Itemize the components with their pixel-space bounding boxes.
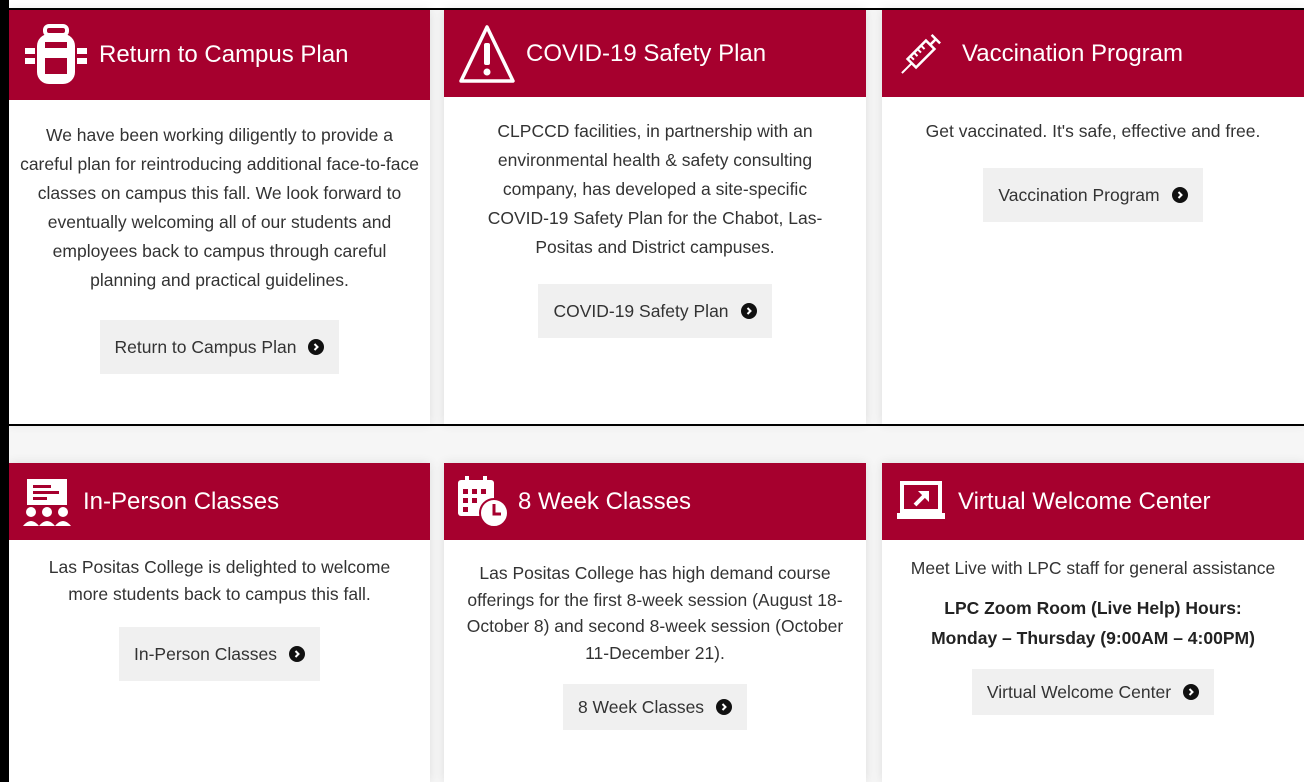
card-body: We have been working diligently to provi…: [9, 121, 430, 374]
card-title: 8 Week Classes: [518, 487, 691, 515]
chevron-right-circle-icon: [288, 646, 305, 662]
button-label: Return to Campus Plan: [114, 336, 297, 357]
card-8-week-classes: 8 Week Classes Las Positas College has h…: [444, 463, 866, 782]
card-body: Get vaccinated. It's safe, effective and…: [882, 117, 1304, 222]
card-body: CLPCCD facilities, in partnership with a…: [444, 117, 866, 338]
chevron-right-circle-icon: [740, 303, 757, 319]
card-header: Return to Campus Plan: [9, 10, 430, 100]
card-title: COVID-19 Safety Plan: [526, 39, 767, 67]
card-body: Meet Live with LPC staff for general ass…: [882, 555, 1304, 715]
calendar-clock-icon: [456, 475, 510, 529]
vaccination-program-button[interactable]: Vaccination Program: [983, 168, 1203, 222]
8-week-classes-button[interactable]: 8 Week Classes: [562, 684, 748, 730]
button-label: Vaccination Program: [998, 184, 1160, 205]
card-header: COVID-19 Safety Plan: [444, 10, 866, 97]
in-person-classes-button[interactable]: In-Person Classes: [119, 627, 320, 681]
card-header: Vaccination Program: [882, 10, 1304, 97]
row-divider: [9, 424, 1304, 426]
warning-icon: [458, 23, 516, 85]
hours-detail: Monday – Thursday (9:00AM – 4:00PM): [931, 628, 1255, 648]
chevron-right-circle-icon: [308, 339, 325, 355]
chevron-right-circle-icon: [716, 699, 733, 715]
card-vaccination-program: Vaccination Program Get vaccinated. It's…: [882, 10, 1304, 424]
covid-safety-plan-button[interactable]: COVID-19 Safety Plan: [538, 284, 772, 338]
card-title: In-Person Classes: [83, 487, 280, 515]
button-label: COVID-19 Safety Plan: [553, 300, 729, 321]
chevron-right-circle-icon: [1171, 187, 1188, 203]
frame-border-left: [0, 0, 9, 782]
button-label: In-Person Classes: [134, 643, 277, 664]
card-header: In-Person Classes: [9, 463, 430, 540]
card-header: Virtual Welcome Center: [882, 463, 1304, 540]
card-title: Return to Campus Plan: [99, 41, 349, 68]
card-description: Las Positas College is delighted to welc…: [48, 557, 391, 604]
card-in-person-classes: In-Person Classes Las Positas College is…: [9, 463, 430, 782]
card-description: CLPCCD facilities, in partnership with a…: [487, 121, 823, 257]
card-description: Get vaccinated. It's safe, effective and…: [925, 121, 1261, 141]
chevron-right-circle-icon: [1183, 684, 1200, 700]
backpack-icon: [23, 22, 89, 88]
card-return-to-campus: Return to Campus Plan We have been worki…: [9, 10, 430, 424]
card-description: Las Positas College has high demand cour…: [466, 563, 844, 663]
card-title: Vaccination Program: [962, 39, 1183, 67]
button-label: Virtual Welcome Center: [986, 682, 1172, 702]
hours-title: LPC Zoom Room (Live Help) Hours:: [944, 598, 1242, 618]
card-description: We have been working diligently to provi…: [20, 125, 419, 290]
card-description: Meet Live with LPC staff for general ass…: [910, 558, 1276, 578]
card-title: Virtual Welcome Center: [958, 487, 1211, 515]
card-body: Las Positas College is delighted to welc…: [9, 554, 430, 681]
button-label: 8 Week Classes: [577, 696, 705, 717]
frame-border-top: [0, 8, 1304, 10]
card-body: Las Positas College has high demand cour…: [444, 560, 866, 730]
card-virtual-welcome-center: Virtual Welcome Center Meet Live with LP…: [882, 463, 1304, 782]
return-to-campus-plan-button[interactable]: Return to Campus Plan: [99, 320, 340, 374]
virtual-welcome-center-button[interactable]: Virtual Welcome Center: [971, 669, 1215, 715]
card-covid-safety-plan: COVID-19 Safety Plan CLPCCD facilities, …: [444, 10, 866, 424]
laptop-arrow-icon: [896, 479, 946, 525]
syringe-icon: [890, 23, 952, 85]
classroom-icon: [21, 476, 73, 528]
card-header: 8 Week Classes: [444, 463, 866, 540]
